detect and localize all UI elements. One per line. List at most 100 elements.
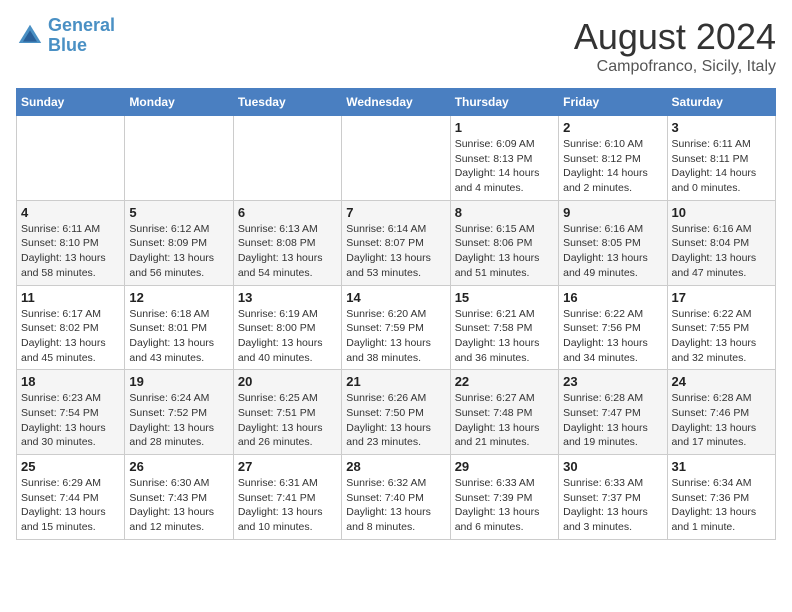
day-number: 6 bbox=[238, 205, 337, 220]
day-info: Sunrise: 6:09 AMSunset: 8:13 PMDaylight:… bbox=[455, 137, 554, 196]
calendar-cell bbox=[17, 116, 125, 201]
page-header: General Blue August 2024 Campofranco, Si… bbox=[16, 16, 776, 76]
calendar-cell: 29 Sunrise: 6:33 AMSunset: 7:39 PMDayligh… bbox=[450, 455, 558, 540]
calendar-cell: 12Sunrise: 6:18 AMSunset: 8:01 PMDayligh… bbox=[125, 285, 233, 370]
calendar-cell: 26 Sunrise: 6:30 AMSunset: 7:43 PMDayligh… bbox=[125, 455, 233, 540]
logo-line2: Blue bbox=[48, 35, 87, 55]
day-info: Sunrise: 6:20 AMSunset: 7:59 PMDaylight:… bbox=[346, 307, 445, 366]
day-info: Sunrise: 6:26 AMSunset: 7:50 PMDaylight:… bbox=[346, 391, 445, 450]
day-info: Sunrise: 6:12 AMSunset: 8:09 PMDaylight:… bbox=[129, 222, 228, 281]
calendar-cell: 18Sunrise: 6:23 AMSunset: 7:54 PMDayligh… bbox=[17, 370, 125, 455]
calendar-cell: 27Sunrise: 6:31 AMSunset: 7:41 PMDayligh… bbox=[233, 455, 341, 540]
day-number: 21 bbox=[346, 374, 445, 389]
day-number: 2 bbox=[563, 120, 662, 135]
calendar-cell: 1Sunrise: 6:09 AMSunset: 8:13 PMDaylight… bbox=[450, 116, 558, 201]
day-info: Sunrise: 6:30 AMSunset: 7:43 PMDaylight:… bbox=[129, 476, 228, 535]
day-info: Sunrise: 6:11 AMSunset: 8:11 PMDaylight:… bbox=[672, 137, 771, 196]
day-info: Sunrise: 6:34 AMSunset: 7:36 PMDaylight:… bbox=[672, 476, 771, 535]
day-info: Sunrise: 6:11 AMSunset: 8:10 PMDaylight:… bbox=[21, 222, 120, 281]
calendar-cell: 21 Sunrise: 6:26 AMSunset: 7:50 PMDayligh… bbox=[342, 370, 450, 455]
weekday-header-sunday: Sunday bbox=[17, 89, 125, 116]
logo-line1: General bbox=[48, 15, 115, 35]
calendar-cell bbox=[125, 116, 233, 201]
weekday-header-tuesday: Tuesday bbox=[233, 89, 341, 116]
calendar-cell: 19 Sunrise: 6:24 AMSunset: 7:52 PMDayligh… bbox=[125, 370, 233, 455]
day-number: 9 bbox=[563, 205, 662, 220]
day-info: Sunrise: 6:28 AMSunset: 7:46 PMDaylight:… bbox=[672, 391, 771, 450]
calendar-cell: 4 Sunrise: 6:11 AMSunset: 8:10 PMDaylight… bbox=[17, 200, 125, 285]
calendar-cell: 13 Sunrise: 6:19 AMSunset: 8:00 PMDayligh… bbox=[233, 285, 341, 370]
day-number: 24 bbox=[672, 374, 771, 389]
day-number: 17 bbox=[672, 290, 771, 305]
day-number: 4 bbox=[21, 205, 120, 220]
day-number: 14 bbox=[346, 290, 445, 305]
day-info: Sunrise: 6:23 AMSunset: 7:54 PMDaylight:… bbox=[21, 391, 120, 450]
logo: General Blue bbox=[16, 16, 115, 56]
day-info: Sunrise: 6:24 AMSunset: 7:52 PMDaylight:… bbox=[129, 391, 228, 450]
day-number: 26 bbox=[129, 459, 228, 474]
day-number: 31 bbox=[672, 459, 771, 474]
calendar-cell: 30Sunrise: 6:33 AMSunset: 7:37 PMDayligh… bbox=[559, 455, 667, 540]
day-info: Sunrise: 6:16 AMSunset: 8:04 PMDaylight:… bbox=[672, 222, 771, 281]
day-number: 8 bbox=[455, 205, 554, 220]
day-number: 3 bbox=[672, 120, 771, 135]
weekday-header-row: SundayMondayTuesdayWednesdayThursdayFrid… bbox=[17, 89, 776, 116]
calendar-cell: 2 Sunrise: 6:10 AMSunset: 8:12 PMDaylight… bbox=[559, 116, 667, 201]
weekday-header-friday: Friday bbox=[559, 89, 667, 116]
calendar-cell: 17 Sunrise: 6:22 AMSunset: 7:55 PMDayligh… bbox=[667, 285, 775, 370]
week-row-2: 4 Sunrise: 6:11 AMSunset: 8:10 PMDaylight… bbox=[17, 200, 776, 285]
calendar-cell: 16Sunrise: 6:22 AMSunset: 7:56 PMDayligh… bbox=[559, 285, 667, 370]
calendar-cell: 24 Sunrise: 6:28 AMSunset: 7:46 PMDayligh… bbox=[667, 370, 775, 455]
day-number: 7 bbox=[346, 205, 445, 220]
day-number: 10 bbox=[672, 205, 771, 220]
day-info: Sunrise: 6:28 AMSunset: 7:47 PMDaylight:… bbox=[563, 391, 662, 450]
calendar-table: SundayMondayTuesdayWednesdayThursdayFrid… bbox=[16, 88, 776, 540]
day-info: Sunrise: 6:16 AMSunset: 8:05 PMDaylight:… bbox=[563, 222, 662, 281]
day-number: 23 bbox=[563, 374, 662, 389]
day-info: Sunrise: 6:21 AMSunset: 7:58 PMDaylight:… bbox=[455, 307, 554, 366]
day-info: Sunrise: 6:32 AMSunset: 7:40 PMDaylight:… bbox=[346, 476, 445, 535]
calendar-cell: 3 Sunrise: 6:11 AMSunset: 8:11 PMDaylight… bbox=[667, 116, 775, 201]
calendar-cell: 14 Sunrise: 6:20 AMSunset: 7:59 PMDayligh… bbox=[342, 285, 450, 370]
calendar-cell bbox=[342, 116, 450, 201]
weekday-header-wednesday: Wednesday bbox=[342, 89, 450, 116]
weekday-header-thursday: Thursday bbox=[450, 89, 558, 116]
weekday-header-saturday: Saturday bbox=[667, 89, 775, 116]
week-row-3: 11Sunrise: 6:17 AMSunset: 8:02 PMDayligh… bbox=[17, 285, 776, 370]
day-info: Sunrise: 6:13 AMSunset: 8:08 PMDaylight:… bbox=[238, 222, 337, 281]
calendar-cell: 15Sunrise: 6:21 AMSunset: 7:58 PMDayligh… bbox=[450, 285, 558, 370]
weekday-header-monday: Monday bbox=[125, 89, 233, 116]
day-number: 19 bbox=[129, 374, 228, 389]
day-info: Sunrise: 6:17 AMSunset: 8:02 PMDaylight:… bbox=[21, 307, 120, 366]
day-info: Sunrise: 6:10 AMSunset: 8:12 PMDaylight:… bbox=[563, 137, 662, 196]
day-number: 29 bbox=[455, 459, 554, 474]
calendar-cell: 20Sunrise: 6:25 AMSunset: 7:51 PMDayligh… bbox=[233, 370, 341, 455]
calendar-cell: 7Sunrise: 6:14 AMSunset: 8:07 PMDaylight… bbox=[342, 200, 450, 285]
day-number: 25 bbox=[21, 459, 120, 474]
day-number: 20 bbox=[238, 374, 337, 389]
day-info: Sunrise: 6:33 AMSunset: 7:39 PMDaylight:… bbox=[455, 476, 554, 535]
location-subtitle: Campofranco, Sicily, Italy bbox=[574, 58, 776, 76]
day-number: 16 bbox=[563, 290, 662, 305]
day-info: Sunrise: 6:22 AMSunset: 7:55 PMDaylight:… bbox=[672, 307, 771, 366]
day-info: Sunrise: 6:18 AMSunset: 8:01 PMDaylight:… bbox=[129, 307, 228, 366]
day-info: Sunrise: 6:33 AMSunset: 7:37 PMDaylight:… bbox=[563, 476, 662, 535]
calendar-cell: 11Sunrise: 6:17 AMSunset: 8:02 PMDayligh… bbox=[17, 285, 125, 370]
calendar-cell: 8 Sunrise: 6:15 AMSunset: 8:06 PMDaylight… bbox=[450, 200, 558, 285]
week-row-4: 18Sunrise: 6:23 AMSunset: 7:54 PMDayligh… bbox=[17, 370, 776, 455]
calendar-cell: 28Sunrise: 6:32 AMSunset: 7:40 PMDayligh… bbox=[342, 455, 450, 540]
calendar-cell: 5 Sunrise: 6:12 AMSunset: 8:09 PMDaylight… bbox=[125, 200, 233, 285]
calendar-cell: 23 Sunrise: 6:28 AMSunset: 7:47 PMDayligh… bbox=[559, 370, 667, 455]
day-number: 5 bbox=[129, 205, 228, 220]
day-number: 22 bbox=[455, 374, 554, 389]
calendar-cell: 25Sunrise: 6:29 AMSunset: 7:44 PMDayligh… bbox=[17, 455, 125, 540]
week-row-1: 1Sunrise: 6:09 AMSunset: 8:13 PMDaylight… bbox=[17, 116, 776, 201]
logo-icon bbox=[16, 22, 44, 50]
calendar-cell: 22Sunrise: 6:27 AMSunset: 7:48 PMDayligh… bbox=[450, 370, 558, 455]
week-row-5: 25Sunrise: 6:29 AMSunset: 7:44 PMDayligh… bbox=[17, 455, 776, 540]
day-number: 13 bbox=[238, 290, 337, 305]
day-info: Sunrise: 6:15 AMSunset: 8:06 PMDaylight:… bbox=[455, 222, 554, 281]
day-number: 27 bbox=[238, 459, 337, 474]
day-info: Sunrise: 6:19 AMSunset: 8:00 PMDaylight:… bbox=[238, 307, 337, 366]
calendar-cell: 6 Sunrise: 6:13 AMSunset: 8:08 PMDaylight… bbox=[233, 200, 341, 285]
